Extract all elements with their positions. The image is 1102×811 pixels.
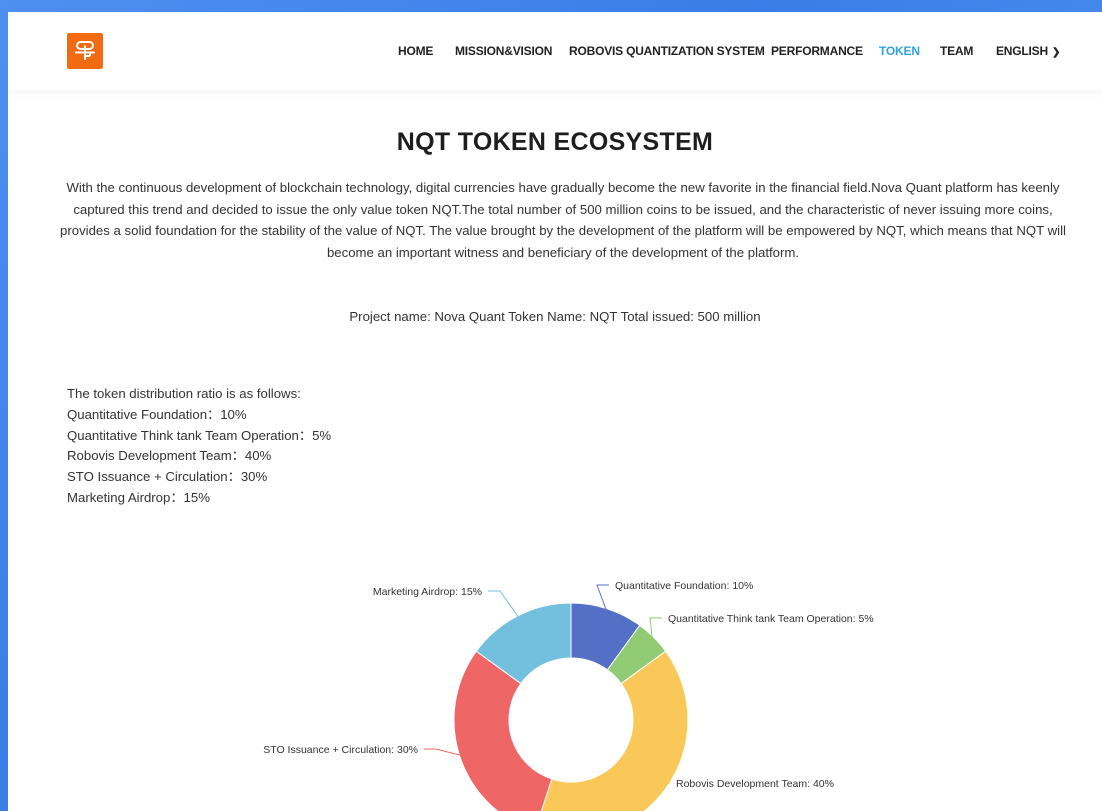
donut-slice[interactable] [453, 650, 553, 811]
intro-paragraph: With the continuous development of block… [60, 180, 1066, 260]
project-info: Project name: Nova Quant Token Name: NQT… [349, 309, 761, 324]
slice-label: Marketing Airdrop: 15% [373, 586, 482, 598]
nav-performance[interactable]: PERFORMANCE [771, 44, 863, 58]
nav-robovis-quantization-system[interactable]: ROBOVIS QUANTIZATION SYSTEM [569, 44, 765, 58]
label-leader-line [649, 617, 662, 639]
label-leader-line [488, 590, 520, 618]
language-label: ENGLISH [996, 44, 1048, 58]
nav-token[interactable]: TOKEN [879, 44, 920, 58]
site-header: HOME MISSION&VISION ROBOVIS QUANTIZATION… [8, 12, 1102, 90]
token-distribution-chart: Quantitative Foundation: 10% Quantitative… [263, 580, 874, 811]
main-nav: HOME MISSION&VISION ROBOVIS QUANTIZATION… [8, 44, 1102, 64]
distribution-heading: The token distribution ratio is as follo… [67, 386, 301, 401]
distribution-list: The token distribution ratio is as follo… [67, 384, 331, 509]
chevron-down-icon: ❯ [1051, 47, 1061, 58]
slice-label: Quantitative Foundation: 10% [615, 580, 753, 592]
page-title: NQT TOKEN ECOSYSTEM [396, 128, 714, 156]
slice-label: STO Issuance + Circulation: 30% [263, 744, 418, 756]
slice-label: Robovis Development Team: 40% [676, 778, 834, 790]
slice-label: Quantitative Think tank Team Operation: … [668, 613, 874, 625]
browser-page: HOME MISSION&VISION ROBOVIS QUANTIZATION… [8, 12, 1102, 811]
distribution-item: Marketing Airdrop：15% [67, 489, 210, 505]
label-leader-line [424, 748, 462, 757]
nav-mission-vision[interactable]: MISSION&VISION [455, 44, 552, 58]
donut-slice[interactable] [535, 650, 689, 811]
distribution-item: Quantitative Foundation：10% [67, 406, 247, 422]
distribution-item: STO Issuance + Circulation：30% [67, 469, 268, 485]
language-selector[interactable]: ENGLISH ❯ [996, 44, 1060, 58]
distribution-item: Robovis Development Team：40% [67, 448, 272, 464]
distribution-item: Quantitative Think tank Team Operation：5… [67, 427, 332, 443]
nav-home[interactable]: HOME [398, 44, 433, 58]
nav-team[interactable]: TEAM [940, 44, 973, 58]
